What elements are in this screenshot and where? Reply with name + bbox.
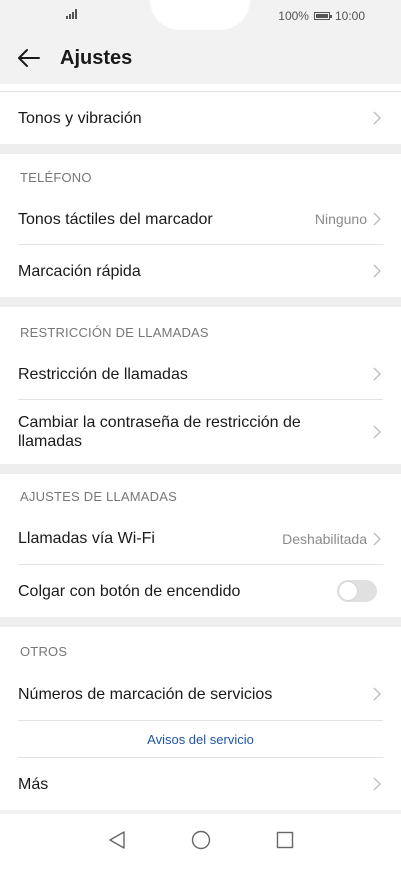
- section-gap: [0, 617, 401, 627]
- row-tonos-vibracion[interactable]: Tonos y vibración: [0, 92, 401, 144]
- row-marcacion-rapida[interactable]: Marcación rápida: [0, 245, 401, 297]
- row-label: Números de marcación de servicios: [18, 685, 273, 703]
- row-label: Marcación rápida: [18, 262, 141, 280]
- row-tonos-tactiles[interactable]: Tonos táctiles del marcador Ninguno: [0, 193, 401, 245]
- camera-notch: [150, 0, 250, 30]
- section-gap: [0, 464, 401, 474]
- arrow-left-icon: [18, 49, 40, 67]
- section-header-otros: OTROS: [0, 627, 401, 667]
- battery-icon: [313, 12, 332, 20]
- status-bar: 100% 10:00: [0, 0, 401, 32]
- chevron-right-icon: [373, 777, 381, 791]
- section-header-telefono: TELÉFONO: [0, 154, 401, 193]
- row-colgar-boton[interactable]: Colgar con botón de encendido: [0, 565, 401, 617]
- section-gap: [0, 144, 401, 154]
- chevron-right-icon: [373, 111, 381, 125]
- avisos-servicio-link[interactable]: Avisos del servicio: [0, 721, 401, 758]
- row-value: Ninguno: [314, 211, 367, 227]
- row-value: Deshabilitada: [282, 530, 367, 547]
- nav-back-button[interactable]: [106, 829, 128, 851]
- section-gap: [0, 297, 401, 307]
- top-separator: [0, 84, 401, 92]
- status-right: 100% 10:00: [278, 9, 365, 23]
- section-header-ajustes-llamadas: AJUSTES DE LLAMADAS: [0, 474, 401, 512]
- power-button-hangup-toggle[interactable]: [337, 580, 377, 602]
- nav-home-button[interactable]: [190, 829, 212, 851]
- back-triangle-icon: [108, 831, 125, 849]
- row-restriccion[interactable]: Restricción de llamadas: [0, 348, 401, 400]
- row-label: Colgar con botón de encendido: [18, 582, 241, 600]
- row-llamadas-wifi[interactable]: Llamadas vía Wi-Fi Deshabilitada: [0, 512, 401, 565]
- chevron-right-icon: [373, 532, 381, 545]
- chevron-right-icon: [373, 212, 381, 226]
- app-bar: Ajustes: [0, 32, 401, 84]
- toggle-knob: [339, 582, 357, 600]
- row-label: Más: [18, 775, 49, 793]
- row-numeros-servicios[interactable]: Números de marcación de servicios: [0, 667, 401, 721]
- battery-percent: 100%: [278, 9, 309, 23]
- row-label: Restricción de llamadas: [18, 365, 188, 383]
- row-mas[interactable]: Más: [0, 758, 401, 810]
- chevron-right-icon: [373, 367, 381, 381]
- home-circle-icon: [191, 830, 210, 850]
- system-nav-bar: [0, 814, 401, 870]
- clock: 10:00: [334, 9, 365, 23]
- settings-list: Tonos y vibración TELÉFONO Tonos táctile…: [0, 84, 401, 810]
- signal-icon: [66, 9, 77, 19]
- chevron-right-icon: [373, 425, 381, 439]
- recents-square-icon: [276, 831, 293, 849]
- section-header-restriccion: RESTRICCIÓN DE LLAMADAS: [0, 307, 401, 348]
- chevron-right-icon: [373, 687, 381, 701]
- row-label: Cambiar la contraseña de restricción de …: [18, 414, 301, 450]
- chevron-right-icon: [373, 264, 381, 278]
- nav-recents-button[interactable]: [274, 829, 296, 851]
- row-cambiar-contrasena[interactable]: Cambiar la contraseña de restricción de …: [0, 400, 401, 464]
- row-label: Tonos y vibración: [18, 109, 142, 127]
- back-button[interactable]: [0, 32, 58, 84]
- page-title: Ajustes: [60, 46, 133, 69]
